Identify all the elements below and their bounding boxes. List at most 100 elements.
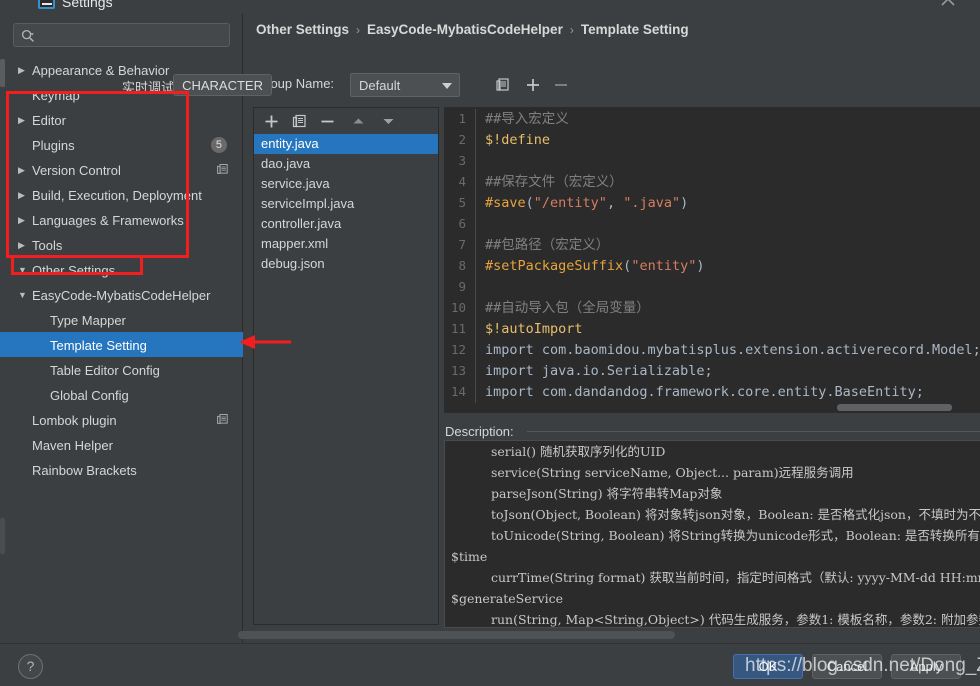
sidebar-item-label: Template Setting	[50, 338, 147, 354]
copy-icon[interactable]	[216, 163, 229, 176]
description-line: toJson(Object, Boolean) 将对象转json对象，Boole…	[491, 507, 980, 522]
plus-icon[interactable]	[263, 113, 280, 130]
code-token: "/entity"	[533, 195, 607, 211]
code-token: ##包路径（宏定义）	[485, 237, 610, 253]
arrow-up-icon[interactable]	[350, 113, 367, 130]
sidebar-item-global-config[interactable]: Global Config	[0, 382, 243, 407]
sidebar-item-other-settings[interactable]: ▼ Other Settings	[0, 257, 243, 282]
code-text[interactable]: import com.baomidou.mybatisplus.extensio…	[475, 340, 980, 361]
main-horizontal-scrollbar[interactable]	[238, 631, 973, 639]
chevron-right-icon[interactable]: ▶	[18, 108, 32, 133]
sidebar-item-label: Other Settings	[32, 263, 116, 279]
plus-icon[interactable]	[524, 76, 542, 94]
code-token: ##导入宏定义	[485, 111, 569, 127]
code-text[interactable]: ##保存文件（宏定义）	[475, 172, 623, 193]
description-divider	[527, 431, 980, 432]
breadcrumb-item[interactable]: Other Settings	[256, 22, 349, 37]
list-item[interactable]: entity.java	[254, 134, 438, 154]
code-text[interactable]: ##导入宏定义	[475, 109, 569, 130]
editor-horizontal-scrollbar[interactable]	[837, 404, 952, 411]
breadcrumb-item[interactable]: EasyCode-MybatisCodeHelper	[367, 22, 563, 37]
sidebar-item-easycode-mybatiscodehelper[interactable]: ▼ EasyCode-MybatisCodeHelper	[0, 282, 243, 307]
sidebar-item-lombok-plugin[interactable]: Lombok plugin	[0, 407, 243, 432]
sidebar-item-table-editor-config[interactable]: Table Editor Config	[0, 357, 243, 382]
file-list: entity.java dao.java service.java serviceIm…	[254, 134, 438, 624]
group-name-value: Default	[359, 78, 401, 93]
sidebar-item-plugins[interactable]: Plugins 5	[0, 132, 243, 157]
list-item[interactable]: mapper.xml	[254, 234, 438, 254]
code-text[interactable]: ##包路径（宏定义）	[475, 235, 609, 256]
code-text[interactable]: ##自动导入包（全局变量）	[475, 298, 650, 319]
copy-icon[interactable]	[494, 76, 512, 94]
sidebar-item-label: Global Config	[50, 388, 129, 404]
line-number: 3	[458, 153, 466, 168]
list-item[interactable]: dao.java	[254, 154, 438, 174]
sidebar-item-languages-frameworks[interactable]: ▶ Languages & Frameworks	[0, 207, 243, 232]
ok-button[interactable]: OK	[733, 654, 803, 679]
copy-icon[interactable]	[291, 113, 308, 130]
chevron-up-icon[interactable]	[940, 0, 956, 8]
line-number: 4	[458, 174, 466, 189]
sidebar-item-version-control[interactable]: ▶ Version Control	[0, 157, 243, 182]
code-line: 2 $!define	[445, 129, 980, 151]
chevron-right-icon[interactable]: ▶	[18, 58, 32, 83]
description-line: run(String, Map<String,Object>) 代码生成服务，参…	[491, 612, 980, 627]
search-field-wrapper[interactable]	[13, 23, 230, 47]
code-text[interactable]: #save("/entity", ".java")	[475, 193, 688, 214]
code-text[interactable]: #setPackageSuffix("entity")	[475, 256, 704, 277]
list-item[interactable]: serviceImpl.java	[254, 194, 438, 214]
sidebar-item-build-execution-deployment[interactable]: ▶ Build, Execution, Deployment	[0, 182, 243, 207]
template-code-editor[interactable]: 1 ##导入宏定义 2 $!define 3 4 ##保存文件（宏定义） 5 #save("/…	[444, 107, 980, 413]
code-line: 4 ##保存文件（宏定义）	[445, 171, 980, 193]
cancel-button[interactable]: Cancel	[812, 654, 882, 679]
scrollbar-thumb[interactable]	[238, 631, 675, 639]
group-name-select[interactable]: Default	[350, 73, 460, 97]
code-text[interactable]: $!define	[475, 130, 550, 151]
code-text[interactable]: import com.dandandog.framework.core.enti…	[475, 382, 924, 403]
code-text[interactable]	[475, 214, 493, 235]
line-number: 11	[450, 321, 466, 336]
list-item[interactable]: service.java	[254, 174, 438, 194]
sidebar-item-label: Build, Execution, Deployment	[32, 188, 202, 204]
sidebar-item-maven-helper[interactable]: Maven Helper	[0, 432, 243, 457]
code-line: 13 import java.io.Serializable;	[445, 360, 980, 382]
chevron-down-icon[interactable]: ▼	[18, 258, 32, 283]
sidebar-item-rainbow-brackets[interactable]: Rainbow Brackets	[0, 457, 243, 482]
code-line: 12 import com.baomidou.mybatisplus.extens…	[445, 339, 980, 361]
chevron-right-icon[interactable]: ▶	[18, 158, 32, 183]
chevron-down-icon[interactable]: ▼	[18, 283, 32, 308]
help-button[interactable]: ?	[18, 654, 43, 679]
chevron-right-icon[interactable]: ▶	[18, 183, 32, 208]
chevron-right-icon[interactable]: ▶	[18, 233, 32, 258]
code-token: #setPackageSuffix	[485, 258, 624, 274]
sidebar-scrollbar-thumb-secondary[interactable]	[0, 518, 5, 554]
realtime-debug-label: 实时调试	[121, 80, 174, 95]
breadcrumb-item[interactable]: Template Setting	[581, 22, 689, 37]
chevron-right-icon[interactable]: ▶	[18, 208, 32, 233]
code-text[interactable]: $!autoImport	[475, 319, 583, 340]
arrow-down-icon[interactable]	[380, 113, 397, 130]
sidebar-item-type-mapper[interactable]: Type Mapper	[0, 307, 243, 332]
sidebar-item-tools[interactable]: ▶ Tools	[0, 232, 243, 257]
sidebar-item-editor[interactable]: ▶ Editor	[0, 107, 243, 132]
apply-button[interactable]: Apply	[891, 654, 961, 679]
code-text[interactable]: import java.io.Serializable;	[475, 361, 713, 382]
character-button[interactable]: CHARACTER	[173, 74, 272, 96]
settings-content: Other Settings › EasyCode-MybatisCodeHelpe…	[122, 13, 980, 643]
list-item[interactable]: debug.json	[254, 254, 438, 274]
copy-icon[interactable]	[216, 413, 229, 426]
code-text[interactable]	[475, 277, 493, 298]
list-item[interactable]: controller.java	[254, 214, 438, 234]
line-number: 13	[450, 363, 466, 378]
line-number: 5	[458, 195, 466, 210]
settings-tree: ▶ Appearance & Behavior Keymap ▶ Editor Plugi…	[0, 57, 243, 482]
code-text[interactable]	[475, 151, 493, 172]
sidebar-item-template-setting[interactable]: Template Setting	[0, 332, 243, 357]
code-line: 3	[445, 150, 980, 172]
minus-icon[interactable]	[552, 76, 570, 94]
code-line: 6	[445, 213, 980, 235]
sidebar-item-label: EasyCode-MybatisCodeHelper	[32, 288, 211, 304]
minus-icon[interactable]	[319, 113, 336, 130]
line-number: 8	[458, 258, 466, 273]
search-input[interactable]	[13, 23, 230, 47]
